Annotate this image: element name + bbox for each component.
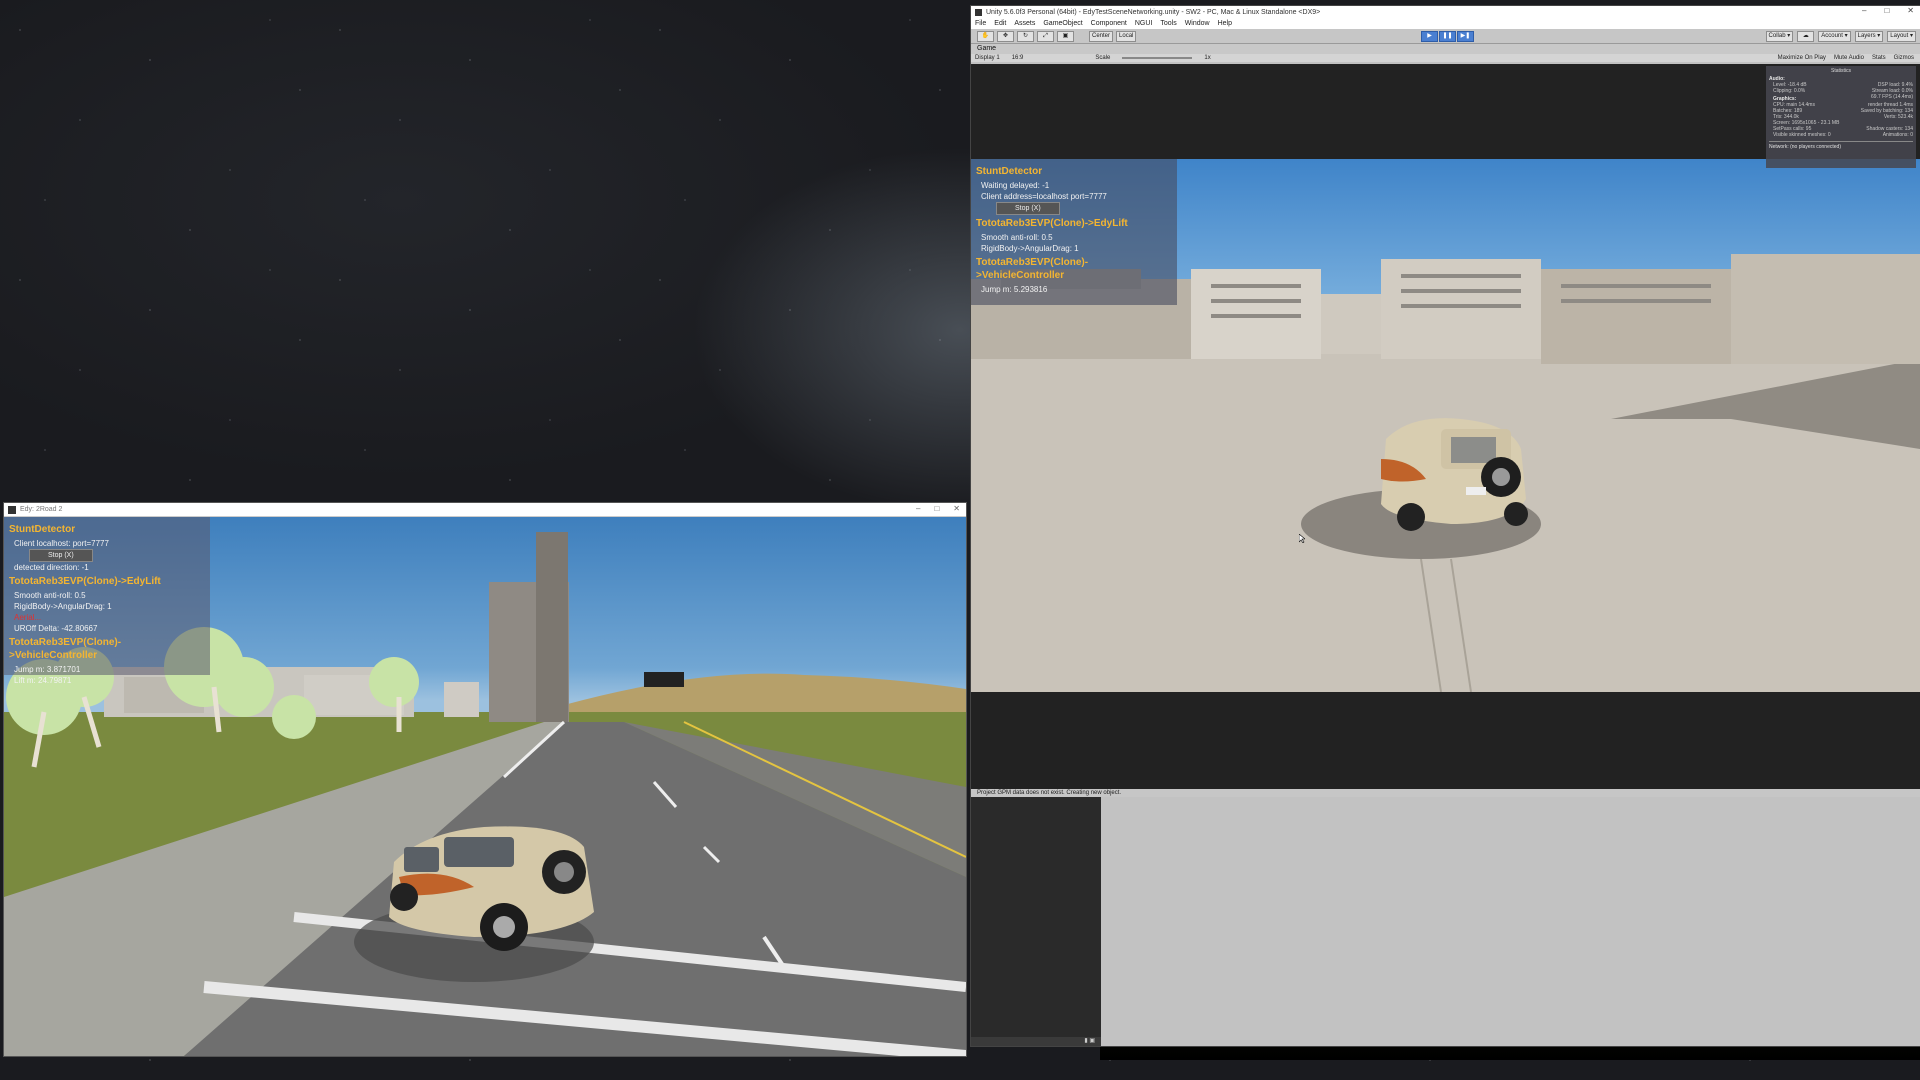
edylift-heading: TototaReb3EVP(Clone)->EdyLift xyxy=(976,218,1128,229)
menu-window[interactable]: Window xyxy=(1185,20,1210,27)
waiting-text: Waiting delayed: -1 xyxy=(981,181,1050,190)
bottom-panel xyxy=(971,797,1101,1037)
vehicle-controller-heading: TototaReb3EVP(Clone)->VehicleController xyxy=(9,637,122,661)
game-viewport-left[interactable]: StuntDetector Client localhost: port=777… xyxy=(4,517,966,1056)
game-view-toolbar: Display 1 16:9 Scale 1x Maximize On Play… xyxy=(971,54,1920,62)
pivot-center-button[interactable]: Center xyxy=(1089,30,1114,42)
pause-icon[interactable]: ❚❚ xyxy=(1439,31,1456,42)
angular-drag-text: RigidBody->AngularDrag: 1 xyxy=(14,602,112,611)
aspect-dropdown[interactable]: 16:9 xyxy=(1012,55,1024,61)
bottom-panel-status: ▮ ▣ xyxy=(971,1037,1101,1046)
close-button[interactable]: ✕ xyxy=(1907,6,1914,15)
game-view[interactable]: StuntDetector Waiting delayed: -1 Client… xyxy=(971,64,1920,795)
menu-edit[interactable]: Edit xyxy=(994,20,1006,27)
menu-file[interactable]: File xyxy=(975,20,986,27)
player-vehicle-unity xyxy=(1381,418,1528,531)
display-dropdown[interactable]: Display 1 xyxy=(975,55,1000,61)
menu-tools[interactable]: Tools xyxy=(1160,20,1176,27)
edylift-heading: TototaReb3EVP(Clone)->EdyLift xyxy=(9,576,161,587)
mute-audio-toggle[interactable]: Mute Audio xyxy=(1834,55,1864,61)
tab-game[interactable]: Game xyxy=(971,44,1920,54)
play-icon[interactable]: ▶ xyxy=(1421,31,1438,42)
window-titlebar[interactable]: Edy: 2Road 2 – □ ✕ xyxy=(4,503,966,517)
debug-overlay-left: StuntDetector Client localhost: port=777… xyxy=(4,517,210,685)
console-message: Project GPM data does not exist. Creatin… xyxy=(977,790,1122,796)
network-status: Network: (no players connected) xyxy=(1769,141,1913,150)
scale-value: 1x xyxy=(1204,55,1211,61)
stats-toggle[interactable]: Stats xyxy=(1872,55,1886,61)
collab-button[interactable]: Collab ▾ xyxy=(1765,31,1794,42)
fps: 69.7 FPS (14.4ms) xyxy=(1871,94,1913,100)
verts: Verts: 523.4k xyxy=(1883,114,1913,120)
jump-text: Jump m: 5.293816 xyxy=(981,285,1048,294)
aerial-status-text: Aerial... xyxy=(14,613,42,622)
rotate-tool-icon[interactable]: ↻ xyxy=(1017,30,1034,42)
menu-help[interactable]: Help xyxy=(1218,20,1232,27)
unity-window-title: Unity 5.6.0f3 Personal (64bit) - EdyTest… xyxy=(986,8,1321,16)
statistics-panel: Statistics Audio: Level: -18.4 dB DSP loa… xyxy=(1766,66,1916,168)
stunt-detector-heading: StuntDetector xyxy=(9,524,76,535)
statistics-title: Statistics xyxy=(1830,68,1851,74)
layers-dropdown[interactable]: Layers ▾ xyxy=(1854,31,1884,42)
uroff-delta-text: UROff Delta: -42.80667 xyxy=(14,624,98,633)
menu-ngui[interactable]: NGUI xyxy=(1135,20,1153,27)
move-tool-icon[interactable]: ✥ xyxy=(997,30,1014,42)
gizmos-dropdown[interactable]: Gizmos xyxy=(1894,55,1914,61)
menu-gameobject[interactable]: GameObject xyxy=(1043,20,1082,27)
visible-skinned: Visible skinned meshes: 0 xyxy=(1773,132,1831,138)
jump-text: Jump m: 3.871701 xyxy=(14,665,81,674)
mouse-cursor-icon xyxy=(1299,534,1305,543)
unity-editor-window[interactable]: Unity 5.6.0f3 Personal (64bit) - EdyTest… xyxy=(971,6,1920,1046)
debug-overlay-unity: StuntDetector Waiting delayed: -1 Client… xyxy=(971,159,1177,305)
menu-bar: File Edit Assets GameObject Component NG… xyxy=(971,18,1920,29)
connection-text: Client localhost: port=7777 xyxy=(14,539,109,548)
vehicle-controller-heading: TototaReb3EVP(Clone)->VehicleController xyxy=(976,257,1089,281)
rect-tool-icon[interactable]: ▣ xyxy=(1057,30,1074,42)
main-toolbar: ✋ ✥ ↻ ⤢ ▣ Center Local ▶ ❚❚ ▶❚ Collab ▾ … xyxy=(971,29,1920,44)
animations: Animations: 0 xyxy=(1882,132,1913,138)
minimize-button[interactable]: – xyxy=(916,504,920,513)
maximize-button[interactable]: □ xyxy=(934,504,939,513)
angular-drag-text: RigidBody->AngularDrag: 1 xyxy=(981,244,1079,253)
antiroll-text: Smooth anti-roll: 0.5 xyxy=(981,233,1053,242)
maximize-button[interactable]: □ xyxy=(1884,6,1889,15)
hand-tool-icon[interactable]: ✋ xyxy=(977,30,994,42)
game-viewport-unity[interactable]: StuntDetector Waiting delayed: -1 Client… xyxy=(971,159,1920,692)
lift-text: Lift m: 24.79871 xyxy=(14,676,72,685)
scale-slider[interactable] xyxy=(1122,57,1193,59)
console-status-bar[interactable]: Project GPM data does not exist. Creatin… xyxy=(971,789,1920,797)
pivot-local-button[interactable]: Local xyxy=(1116,30,1137,42)
window-title: Edy: 2Road 2 xyxy=(20,506,63,513)
menu-component[interactable]: Component xyxy=(1091,20,1127,27)
app-icon xyxy=(8,505,16,514)
game-window-left[interactable]: Edy: 2Road 2 – □ ✕ StuntDetector Client … xyxy=(4,503,966,1056)
minimize-button[interactable]: – xyxy=(1862,6,1866,15)
scale-label: Scale xyxy=(1095,55,1111,61)
menu-assets[interactable]: Assets xyxy=(1014,20,1035,27)
stunt-detector-heading: StuntDetector xyxy=(976,166,1043,177)
step-icon[interactable]: ▶❚ xyxy=(1457,31,1474,42)
unity-titlebar[interactable]: Unity 5.6.0f3 Personal (64bit) - EdyTest… xyxy=(971,6,1920,18)
stop-button[interactable]: Stop (X) xyxy=(29,549,93,562)
maximize-on-play-toggle[interactable]: Maximize On Play xyxy=(1778,55,1826,61)
unity-logo-icon xyxy=(975,8,982,16)
close-button[interactable]: ✕ xyxy=(953,504,960,513)
stop-button[interactable]: Stop (X) xyxy=(996,202,1060,215)
detected-direction-text: detected direction: -1 xyxy=(14,563,89,572)
cloud-icon[interactable]: ☁ xyxy=(1797,31,1815,42)
client-address-text: Client address=localhost port=7777 xyxy=(981,192,1107,201)
scale-tool-icon[interactable]: ⤢ xyxy=(1037,30,1054,42)
clipping: Clipping: 0.0% xyxy=(1773,88,1806,94)
layout-dropdown[interactable]: Layout ▾ xyxy=(1887,31,1916,42)
antiroll-text: Smooth anti-roll: 0.5 xyxy=(14,591,86,600)
account-dropdown[interactable]: Account ▾ xyxy=(1818,31,1851,42)
